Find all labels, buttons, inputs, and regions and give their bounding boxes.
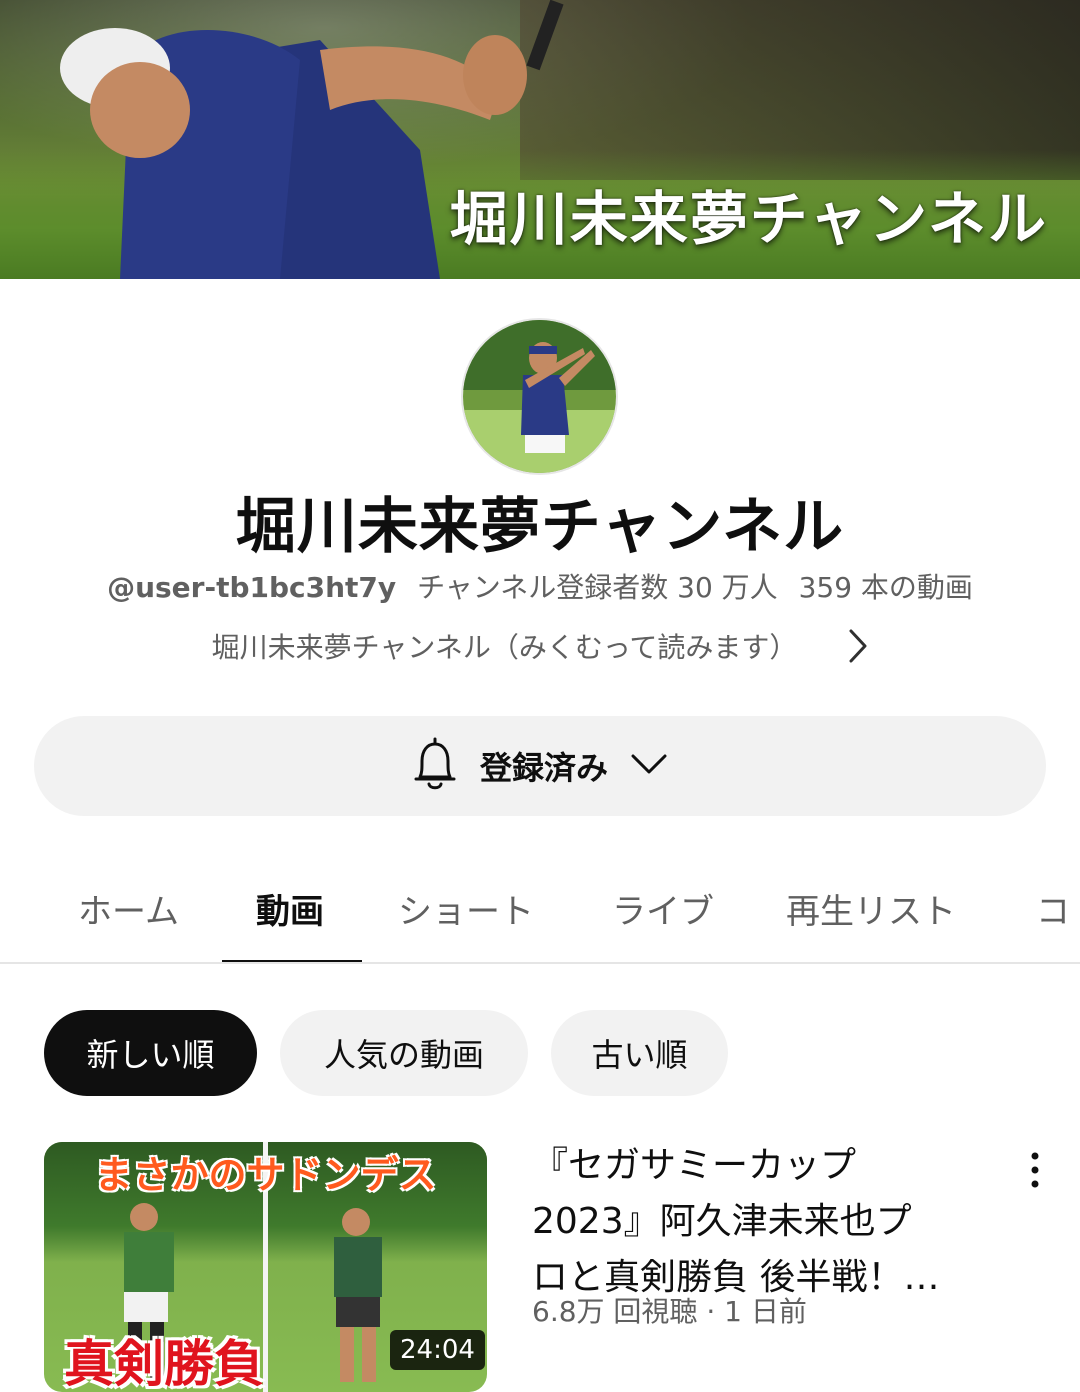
video-duration: 24:04 bbox=[390, 1330, 485, 1370]
channel-meta: @user-tb1bc3ht7y チャンネル登録者数 30 万人 359 本の動… bbox=[0, 566, 1080, 606]
tab-videos[interactable]: 動画 bbox=[256, 884, 324, 933]
video-title[interactable]: 『セガサミーカップ 2023』阿久津未来也プ ロと真剣勝負 後半戦！… bbox=[532, 1138, 1002, 1306]
thumbnail-bottom-text: 真剣勝負 bbox=[64, 1335, 264, 1392]
video-title-line: 2023』阿久津未来也プ bbox=[532, 1201, 912, 1242]
active-tab-indicator bbox=[222, 960, 362, 962]
bell-icon bbox=[412, 735, 458, 797]
thumbnail-top-text: まさかのサドンデス bbox=[94, 1153, 437, 1197]
subscriber-count: チャンネル登録者数 30 万人 bbox=[417, 571, 778, 604]
chip-newest[interactable]: 新しい順 bbox=[44, 1010, 257, 1096]
avatar-image bbox=[463, 320, 616, 473]
channel-avatar[interactable] bbox=[461, 318, 618, 475]
subscribed-button[interactable]: 登録済み bbox=[34, 716, 1046, 816]
channel-description[interactable]: 堀川未来夢チャンネル（みくむって読みます） bbox=[0, 626, 1080, 671]
tab-playlists[interactable]: 再生リスト bbox=[786, 884, 956, 933]
description-text: 堀川未来夢チャンネル（みくむって読みます） bbox=[211, 631, 798, 664]
tab-home[interactable]: ホーム bbox=[78, 884, 179, 933]
video-thumbnail[interactable]: まさかのサドンデス 真剣勝負 24:04 bbox=[44, 1142, 487, 1392]
subscribed-label: 登録済み bbox=[479, 749, 608, 787]
more-vert-icon[interactable] bbox=[1020, 1148, 1050, 1192]
banner-title: 堀川未来夢チャンネル bbox=[449, 185, 1048, 253]
video-count: 359 本の動画 bbox=[798, 571, 973, 604]
channel-tabs: ホーム 動画 ショート ライブ 再生リスト コ bbox=[0, 858, 1080, 964]
chip-popular[interactable]: 人気の動画 bbox=[280, 1010, 528, 1096]
channel-handle[interactable]: @user-tb1bc3ht7y bbox=[107, 571, 396, 604]
video-meta: 6.8万 回視聴 · 1 日前 bbox=[532, 1295, 807, 1328]
channel-banner: 堀川未来夢チャンネル bbox=[0, 0, 1080, 279]
tab-shorts[interactable]: ショート bbox=[398, 884, 534, 933]
video-title-line: 『セガサミーカップ bbox=[532, 1145, 857, 1186]
chevron-down-icon bbox=[630, 753, 668, 779]
chevron-right-icon bbox=[848, 628, 868, 671]
chip-oldest[interactable]: 古い順 bbox=[551, 1010, 728, 1096]
channel-name: 堀川未来夢チャンネル bbox=[235, 492, 845, 562]
tab-live[interactable]: ライブ bbox=[612, 884, 714, 933]
tab-community[interactable]: コ bbox=[1036, 884, 1070, 933]
